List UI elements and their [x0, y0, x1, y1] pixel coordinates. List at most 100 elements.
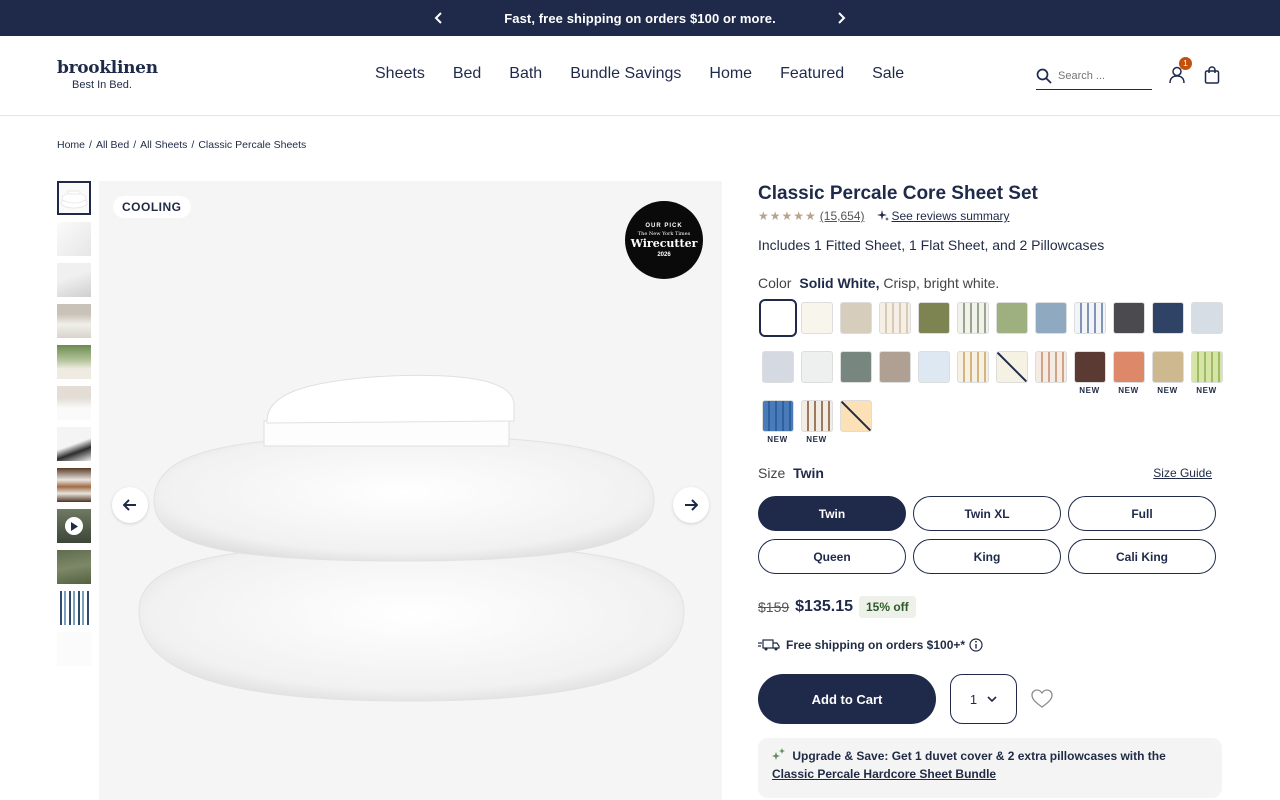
- shopping-bag-icon[interactable]: [1204, 66, 1220, 84]
- breadcrumb-all-bed[interactable]: All Bed: [96, 139, 129, 151]
- color-swatch[interactable]: [878, 302, 911, 334]
- chevron-left-icon: [434, 12, 442, 24]
- search-input[interactable]: [1058, 69, 1148, 82]
- image-prev-button[interactable]: [112, 487, 148, 523]
- size-option-twin[interactable]: Twin: [758, 496, 906, 531]
- size-option-full[interactable]: Full: [1068, 496, 1216, 531]
- color-swatch-wrapper: [1031, 302, 1070, 351]
- rating-stars: ★★★★★: [758, 209, 817, 223]
- color-swatch-wrapper: [758, 351, 797, 400]
- nav-item-bundle-savings[interactable]: Bundle Savings: [570, 65, 681, 83]
- color-swatch[interactable]: [839, 351, 872, 383]
- color-swatch[interactable]: [761, 400, 794, 432]
- color-swatch[interactable]: [917, 351, 950, 383]
- size-option-king[interactable]: King: [913, 539, 1061, 574]
- announcement-prev-button[interactable]: [429, 8, 449, 28]
- color-swatch-wrapper: [914, 351, 953, 400]
- breadcrumb-current[interactable]: Classic Percale Sheets: [198, 139, 306, 151]
- color-swatch[interactable]: [1073, 351, 1106, 383]
- nav-item-bed[interactable]: Bed: [453, 65, 481, 83]
- color-swatch[interactable]: [839, 302, 872, 334]
- add-to-cart-button[interactable]: Add to Cart: [758, 674, 936, 724]
- upgrade-bundle-link[interactable]: Classic Percale Hardcore Sheet Bundle: [772, 767, 996, 781]
- color-swatch-wrapper: [797, 302, 836, 351]
- announcement-text: Fast, free shipping on orders $100 or mo…: [504, 10, 776, 26]
- size-option-queen[interactable]: Queen: [758, 539, 906, 574]
- discount-badge: 15% off: [859, 596, 916, 618]
- play-icon: [65, 517, 83, 535]
- color-swatch[interactable]: [1034, 302, 1067, 334]
- size-option-twin-xl[interactable]: Twin XL: [913, 496, 1061, 531]
- thumbnail-7[interactable]: [57, 427, 91, 461]
- thumbnail-3[interactable]: [57, 263, 91, 297]
- color-swatch[interactable]: [878, 351, 911, 383]
- breadcrumb-home[interactable]: Home: [57, 139, 85, 151]
- size-guide-link[interactable]: Size Guide: [1153, 466, 1212, 480]
- color-swatch[interactable]: [995, 351, 1028, 383]
- color-swatch[interactable]: [1112, 351, 1145, 383]
- nav-item-home[interactable]: Home: [709, 65, 752, 83]
- color-swatch[interactable]: [956, 302, 989, 334]
- color-swatch[interactable]: [800, 302, 833, 334]
- color-swatch[interactable]: [1190, 302, 1223, 334]
- thumbnail-10[interactable]: [57, 550, 91, 584]
- nav-item-bath[interactable]: Bath: [509, 65, 542, 83]
- thumbnail-2[interactable]: [57, 222, 91, 256]
- color-swatch[interactable]: [839, 400, 872, 432]
- breadcrumb-all-sheets[interactable]: All Sheets: [140, 139, 187, 151]
- award-line-1: OUR PICK: [645, 222, 683, 229]
- color-swatch[interactable]: [1073, 302, 1106, 334]
- color-swatch-wrapper: [1148, 302, 1187, 351]
- color-swatch[interactable]: [761, 351, 794, 383]
- color-swatch[interactable]: [956, 351, 989, 383]
- color-swatch[interactable]: [1034, 351, 1067, 383]
- color-swatch[interactable]: [917, 302, 950, 334]
- color-swatch[interactable]: [1151, 302, 1184, 334]
- thumbnail-11[interactable]: [57, 591, 91, 625]
- color-swatch[interactable]: [800, 351, 833, 383]
- nav-item-featured[interactable]: Featured: [780, 65, 844, 83]
- thumbnail-video[interactable]: [57, 509, 91, 543]
- thumbnail-8[interactable]: [57, 468, 91, 502]
- color-label-row: Color Solid White, Crisp, bright white.: [758, 275, 1222, 291]
- sheet-set-photo: [138, 374, 685, 702]
- review-count-link[interactable]: (15,654): [820, 209, 865, 223]
- color-swatch-wrapper: [836, 400, 875, 449]
- nav-item-sale[interactable]: Sale: [872, 65, 904, 83]
- announcement-next-button[interactable]: [831, 8, 851, 28]
- nav-item-sheets[interactable]: Sheets: [375, 65, 425, 83]
- announcement-bar: Fast, free shipping on orders $100 or mo…: [0, 0, 1280, 36]
- color-swatch-wrapper: [1031, 351, 1070, 400]
- color-swatch-wrapper: [836, 302, 875, 351]
- color-label: Color: [758, 275, 792, 291]
- thumbnail-12[interactable]: [57, 632, 91, 666]
- color-swatch-wrapper: [875, 302, 914, 351]
- color-swatch[interactable]: [1190, 351, 1223, 383]
- thumbnail-4[interactable]: [57, 304, 91, 338]
- chevron-right-icon: [838, 12, 846, 24]
- color-swatch-wrapper: NEW: [1148, 351, 1187, 400]
- color-swatch[interactable]: [1151, 351, 1184, 383]
- thumbnail-1[interactable]: [57, 181, 91, 215]
- wishlist-heart-icon[interactable]: [1031, 689, 1053, 709]
- logo[interactable]: brooklinen Best In Bed.: [57, 58, 158, 91]
- sale-price: $135.15: [795, 598, 853, 615]
- image-next-button[interactable]: [673, 487, 709, 523]
- color-swatch-wrapper: [836, 351, 875, 400]
- reviews-summary-link[interactable]: See reviews summary: [876, 209, 1010, 223]
- thumbnail-5[interactable]: [57, 345, 91, 379]
- selected-color: Solid White,: [799, 275, 880, 291]
- size-option-cali-king[interactable]: Cali King: [1068, 539, 1216, 574]
- color-swatch[interactable]: [995, 302, 1028, 334]
- includes-text: Includes 1 Fitted Sheet, 1 Flat Sheet, a…: [758, 237, 1105, 253]
- thumbnail-6[interactable]: [57, 386, 91, 420]
- color-description: Crisp, bright white.: [883, 275, 1000, 291]
- logo-wordmark: brooklinen: [57, 58, 158, 78]
- color-swatch[interactable]: [758, 299, 797, 337]
- info-icon[interactable]: [969, 638, 983, 652]
- search-icon[interactable]: [1036, 68, 1052, 84]
- truck-icon: [758, 639, 780, 651]
- color-swatch[interactable]: [800, 400, 833, 432]
- color-swatch[interactable]: [1112, 302, 1145, 334]
- quantity-select[interactable]: 1: [950, 674, 1017, 724]
